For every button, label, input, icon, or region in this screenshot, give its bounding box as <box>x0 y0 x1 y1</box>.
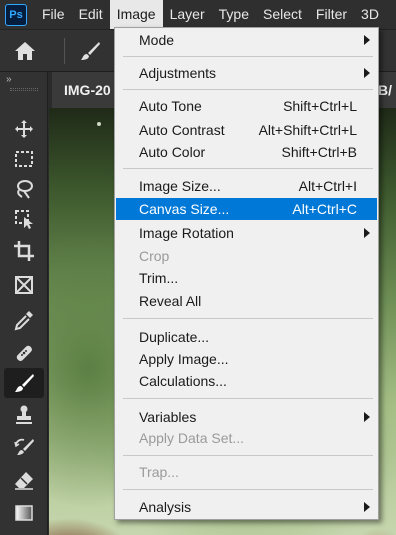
menu-item-shortcut: Alt+Ctrl+I <box>298 178 357 194</box>
menu-item-label: Apply Data Set... <box>139 430 245 446</box>
clone-stamp-tool[interactable] <box>4 400 44 430</box>
canvas-highlight <box>97 122 101 126</box>
menu-item-label: Analysis <box>139 499 192 515</box>
menu-item-label: Canvas Size... <box>139 201 230 217</box>
submenu-arrow-icon <box>364 35 370 45</box>
submenu-arrow-icon <box>364 412 370 422</box>
home-button[interactable] <box>10 36 40 66</box>
submenu-arrow-icon <box>364 228 370 238</box>
frame-icon <box>15 276 33 294</box>
gradient-icon <box>15 505 33 521</box>
submenu-arrow-icon <box>364 502 370 512</box>
marquee-icon <box>15 151 33 167</box>
eyedropper-icon <box>14 311 33 331</box>
menu-item-calculations[interactable]: Calculations... <box>116 370 377 392</box>
menu-item-apply-image[interactable]: Apply Image... <box>116 348 377 370</box>
brush-icon <box>15 374 34 392</box>
menu-item-label: Auto Color <box>139 144 206 160</box>
panel-grip[interactable] <box>10 88 38 91</box>
menu-item-label: Adjustments <box>139 65 217 81</box>
collapse-panel-button[interactable]: » <box>6 74 11 85</box>
menu-item-label: Apply Image... <box>139 351 229 367</box>
lasso-icon <box>17 180 33 199</box>
menu-type[interactable]: Type <box>212 0 256 29</box>
menu-separator <box>123 89 373 90</box>
history-brush-tool[interactable] <box>4 432 44 462</box>
move-tool[interactable] <box>4 114 44 144</box>
tool-preset-picker[interactable] <box>76 37 104 65</box>
menu-item-label: Auto Contrast <box>139 122 225 138</box>
menu-item-label: Auto Tone <box>139 98 202 114</box>
menu-item-label: Mode <box>139 32 175 48</box>
home-icon <box>15 42 35 60</box>
brush-tool[interactable] <box>4 368 44 398</box>
eraser-tool[interactable] <box>4 465 44 495</box>
options-separator <box>64 38 65 64</box>
menu-item-label: Calculations... <box>139 373 227 389</box>
menu-item-shortcut: Shift+Ctrl+L <box>283 98 357 114</box>
bandage-icon <box>16 345 32 361</box>
menu-item-auto-color[interactable]: Auto Color Shift+Ctrl+B <box>116 141 377 163</box>
menu-item-adjustments[interactable]: Adjustments <box>116 62 377 84</box>
frame-tool[interactable] <box>4 270 44 300</box>
healing-brush-tool[interactable] <box>4 338 44 368</box>
gradient-tool[interactable] <box>4 498 44 528</box>
crop-tool[interactable] <box>4 236 44 266</box>
eyedropper-tool[interactable] <box>4 305 44 335</box>
menu-separator <box>123 168 373 169</box>
menu-item-auto-contrast[interactable]: Auto Contrast Alt+Shift+Ctrl+L <box>116 119 377 141</box>
menu-item-image-rotation[interactable]: Image Rotation <box>116 222 377 244</box>
menu-separator <box>123 489 373 490</box>
move-icon <box>15 120 33 138</box>
tools-panel: » <box>0 72 48 535</box>
menu-item-trap: Trap... <box>116 461 377 483</box>
menu-item-shortcut: Shift+Ctrl+B <box>281 144 357 160</box>
menu-filter[interactable]: Filter <box>309 0 354 29</box>
crop-icon <box>14 241 34 261</box>
menu-item-variables[interactable]: Variables <box>116 406 377 428</box>
menu-item-apply-data-set: Apply Data Set... <box>116 427 377 449</box>
menu-separator <box>123 398 373 399</box>
menu-item-label: Crop <box>139 248 170 264</box>
menu-item-reveal-all[interactable]: Reveal All <box>116 290 377 312</box>
menu-3d[interactable]: 3D <box>354 0 386 29</box>
menu-layer[interactable]: Layer <box>163 0 212 29</box>
menu-separator <box>123 56 373 57</box>
menu-item-label: Variables <box>139 409 197 425</box>
menu-select[interactable]: Select <box>256 0 309 29</box>
menu-item-label: Image Rotation <box>139 225 234 241</box>
menu-image[interactable]: Image <box>109 0 163 29</box>
menu-file[interactable]: File <box>35 0 72 29</box>
menu-item-analysis[interactable]: Analysis <box>116 496 377 518</box>
stamp-icon <box>16 405 32 424</box>
history-brush-icon <box>14 438 34 455</box>
object-selection-icon <box>15 210 33 229</box>
brush-icon <box>81 42 100 60</box>
menu-item-auto-tone[interactable]: Auto Tone Shift+Ctrl+L <box>116 95 377 117</box>
menu-item-image-size[interactable]: Image Size... Alt+Ctrl+I <box>116 175 377 197</box>
menu-item-duplicate[interactable]: Duplicate... <box>116 326 377 348</box>
menu-separator <box>123 318 373 319</box>
menu-item-crop: Crop <box>116 245 377 267</box>
menu-item-canvas-size[interactable]: Canvas Size... Alt+Ctrl+C <box>116 198 377 220</box>
menu-item-shortcut: Alt+Ctrl+C <box>292 201 357 217</box>
photoshop-logo[interactable]: Ps <box>5 3 27 26</box>
menu-item-label: Image Size... <box>139 178 221 194</box>
menu-edit[interactable]: Edit <box>72 0 110 29</box>
marquee-tool[interactable] <box>4 144 44 174</box>
menu-item-shortcut: Alt+Shift+Ctrl+L <box>258 122 357 138</box>
image-menu-dropdown: Mode Adjustments Auto Tone Shift+Ctrl+L … <box>114 27 379 520</box>
submenu-arrow-icon <box>364 68 370 78</box>
menu-item-label: Trim... <box>139 270 179 286</box>
menu-item-label: Trap... <box>139 464 179 480</box>
menu-item-label: Reveal All <box>139 293 202 309</box>
lasso-tool[interactable] <box>4 174 44 204</box>
object-selection-tool[interactable] <box>4 204 44 234</box>
menu-bar: Ps File Edit Image Layer Type Select Fil… <box>0 0 396 29</box>
menu-item-mode[interactable]: Mode <box>116 29 377 51</box>
menu-item-label: Duplicate... <box>139 329 210 345</box>
menu-item-trim[interactable]: Trim... <box>116 267 377 289</box>
eraser-icon <box>15 472 33 490</box>
menu-separator <box>123 455 373 456</box>
